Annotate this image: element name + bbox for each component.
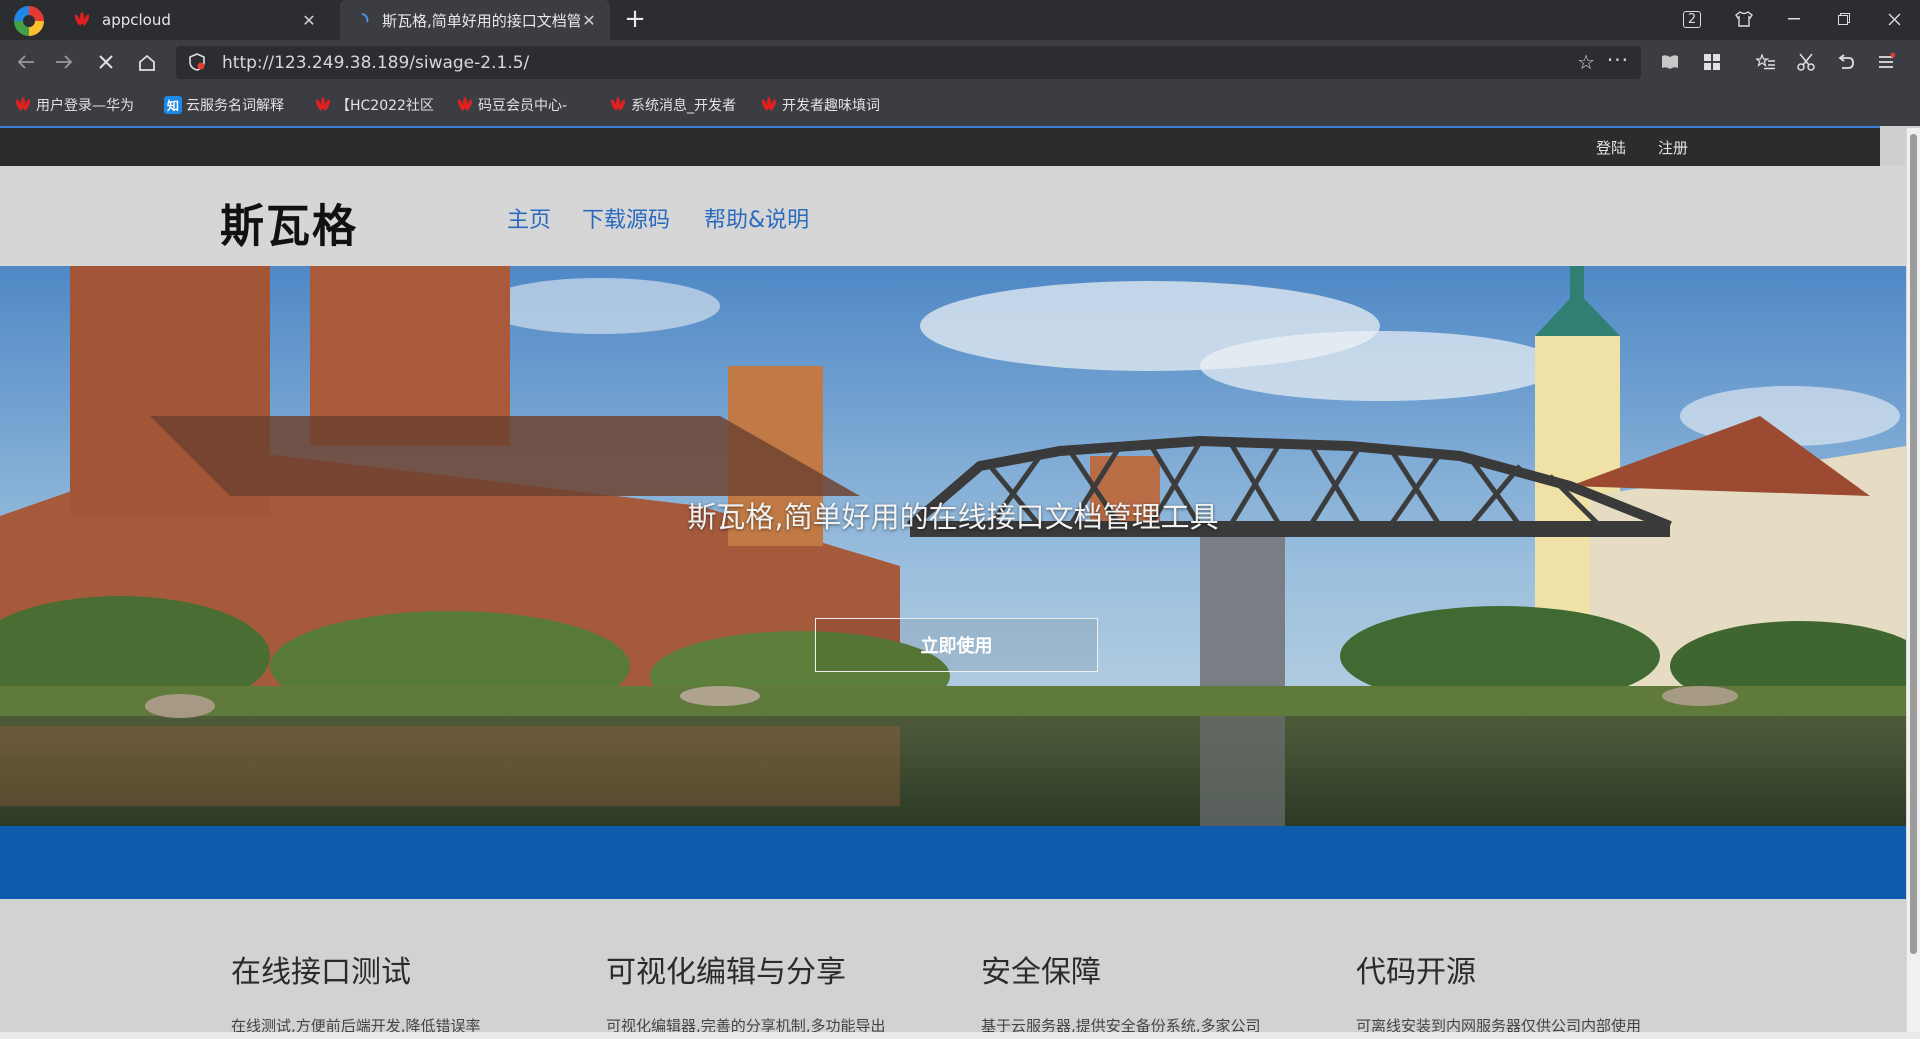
minimize-button[interactable] bbox=[1770, 0, 1818, 38]
huawei-icon bbox=[72, 10, 92, 30]
close-icon[interactable]: ✕ bbox=[580, 11, 598, 30]
more-options-icon[interactable]: ··· bbox=[1607, 48, 1629, 72]
close-window-button[interactable] bbox=[1870, 0, 1918, 38]
hero-banner: 斯瓦格,简单好用的在线接口文档管理工具 立即使用 bbox=[0, 266, 1906, 826]
zhihu-icon: 知 bbox=[164, 96, 182, 114]
bookmark-label: 开发者趣味填词 bbox=[782, 98, 880, 114]
tab-count-button[interactable]: 2 bbox=[1668, 0, 1716, 38]
loading-spinner-icon bbox=[352, 10, 372, 30]
scrollbar-thumb[interactable] bbox=[1910, 134, 1917, 954]
stop-loading-icon[interactable] bbox=[92, 48, 120, 76]
feature-title: 代码开源 bbox=[1356, 955, 1476, 990]
huawei-icon bbox=[456, 96, 474, 114]
back-arrow-icon[interactable] bbox=[12, 48, 40, 76]
feature-title: 安全保障 bbox=[981, 955, 1101, 990]
bookmark-item[interactable]: 用户登录—华为 bbox=[14, 94, 134, 116]
page-scrollbar[interactable] bbox=[1906, 128, 1920, 1032]
browser-status-bar bbox=[0, 1032, 1920, 1039]
security-shield-icon[interactable] bbox=[188, 53, 206, 71]
site-top-bar: 登陆 注册 bbox=[0, 128, 1880, 166]
feature-description: 在线测试,方便前后端开发,降低错误率 bbox=[231, 1017, 481, 1032]
bookmark-item[interactable]: 系统消息_开发者 bbox=[609, 94, 736, 116]
browser-logo-icon[interactable] bbox=[14, 6, 44, 36]
bookmark-item[interactable]: 知 云服务名词解释 bbox=[164, 94, 284, 116]
forward-arrow-icon[interactable] bbox=[50, 48, 78, 76]
scissors-icon[interactable] bbox=[1792, 48, 1820, 76]
url-text[interactable]: http://123.249.38.189/siwage-2.1.5/ bbox=[222, 53, 529, 73]
site-header: 斯瓦格 主页 下载源码 帮助&说明 bbox=[0, 166, 1906, 266]
huawei-icon bbox=[14, 96, 32, 114]
huawei-icon bbox=[314, 96, 332, 114]
address-bar[interactable]: http://123.249.38.189/siwage-2.1.5/ ☆ ··… bbox=[176, 46, 1641, 79]
tab-appcloud[interactable]: appcloud ✕ bbox=[60, 0, 330, 40]
hero-background-image bbox=[0, 266, 1906, 826]
tab-title: 斯瓦格,简单好用的接口文档管 bbox=[382, 11, 580, 30]
nav-help-link[interactable]: 帮助&说明 bbox=[704, 202, 809, 234]
feature-title: 可视化编辑与分享 bbox=[606, 955, 846, 990]
restore-button[interactable] bbox=[1820, 0, 1868, 38]
features-section: 在线接口测试 在线测试,方便前后端开发,降低错误率 可视化编辑与分享 可视化编辑… bbox=[0, 899, 1906, 1032]
bookmark-item[interactable]: 【HC2022社区 bbox=[314, 94, 434, 116]
feature-description: 基于云服务器,提供安全备份系统,多家公司 bbox=[981, 1017, 1261, 1032]
undo-icon[interactable] bbox=[1832, 48, 1860, 76]
register-link[interactable]: 注册 bbox=[1658, 137, 1688, 158]
hero-title: 斯瓦格,简单好用的在线接口文档管理工具 bbox=[687, 500, 1219, 534]
browser-toolbar: http://123.249.38.189/siwage-2.1.5/ ☆ ··… bbox=[0, 40, 1920, 84]
bookmark-star-icon[interactable]: ☆ bbox=[1577, 50, 1595, 74]
nav-download-link[interactable]: 下载源码 bbox=[582, 202, 670, 234]
bookmarks-bar: 用户登录—华为 知 云服务名词解释 【HC2022社区 码豆会员中心- 系统消息… bbox=[0, 84, 1920, 126]
apps-grid-icon[interactable] bbox=[1698, 48, 1726, 76]
blue-divider-band bbox=[0, 826, 1906, 899]
menu-icon[interactable] bbox=[1872, 48, 1900, 76]
bookmark-item[interactable]: 开发者趣味填词 bbox=[760, 94, 880, 116]
feature-description: 可视化编辑器,完善的分享机制,多功能导出 bbox=[606, 1017, 886, 1032]
home-icon[interactable] bbox=[133, 48, 161, 76]
feature-title: 在线接口测试 bbox=[231, 955, 411, 990]
bookmark-label: 码豆会员中心- bbox=[478, 98, 568, 114]
bookmark-label: 【HC2022社区 bbox=[336, 98, 434, 114]
favorites-list-icon[interactable] bbox=[1752, 48, 1780, 76]
nav-home-link[interactable]: 主页 bbox=[507, 202, 551, 234]
reader-mode-icon[interactable] bbox=[1656, 48, 1684, 76]
tab-siwage[interactable]: 斯瓦格,简单好用的接口文档管 ✕ bbox=[340, 0, 610, 40]
bookmark-label: 系统消息_开发者 bbox=[631, 98, 736, 114]
bookmark-item[interactable]: 码豆会员中心- bbox=[456, 94, 567, 116]
bookmark-label: 云服务名词解释 bbox=[186, 98, 284, 114]
huawei-icon bbox=[760, 96, 778, 114]
bookmark-label: 用户登录—华为 bbox=[36, 98, 134, 114]
web-page: 登陆 注册 斯瓦格 主页 下载源码 帮助&说明 斯瓦格,简单好用的在线接口文档管… bbox=[0, 128, 1906, 1032]
tab-title: appcloud bbox=[102, 11, 171, 29]
tab-count: 2 bbox=[1682, 10, 1702, 28]
login-link[interactable]: 登陆 bbox=[1596, 137, 1626, 158]
feature-description: 可离线安装到内网服务器仅供公司内部使用 bbox=[1356, 1017, 1642, 1032]
start-using-button[interactable]: 立即使用 bbox=[815, 618, 1098, 672]
browser-tab-strip: appcloud ✕ 斯瓦格,简单好用的接口文档管 ✕ + 2 bbox=[0, 0, 1920, 40]
new-tab-button[interactable]: + bbox=[620, 5, 650, 35]
huawei-icon bbox=[609, 96, 627, 114]
site-logo[interactable]: 斯瓦格 bbox=[220, 189, 358, 254]
close-icon[interactable]: ✕ bbox=[300, 11, 318, 30]
skin-icon[interactable] bbox=[1720, 0, 1768, 38]
